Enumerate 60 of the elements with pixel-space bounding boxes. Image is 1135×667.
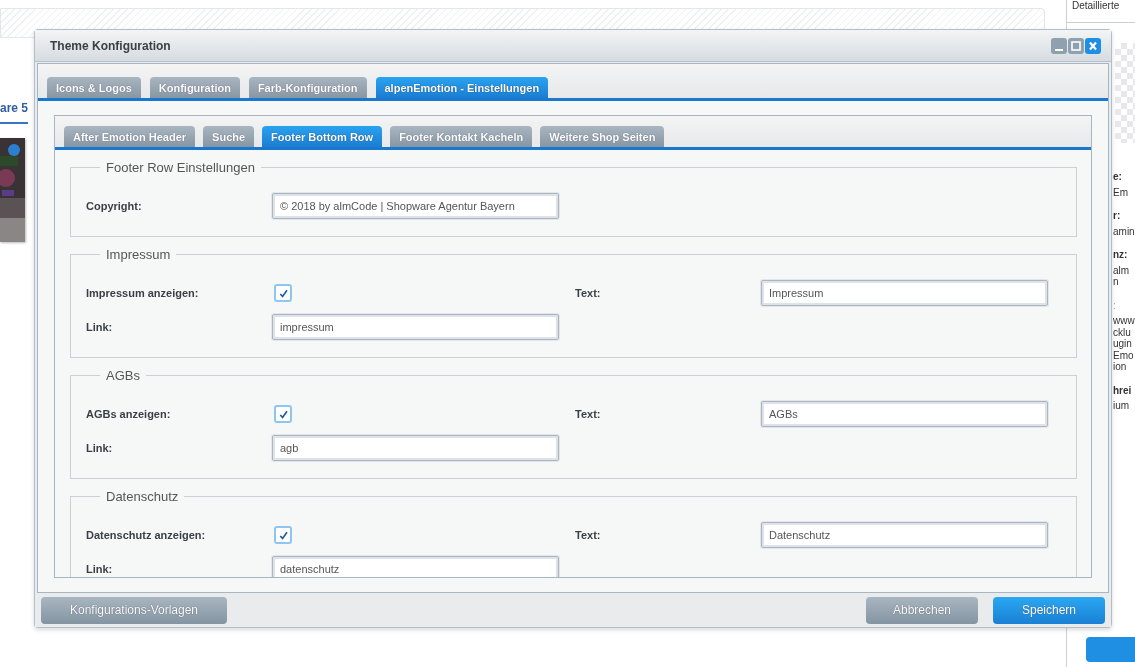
tab[interactable]: alpenEmotion - Einstellungen [375, 77, 549, 98]
panel-text: ium [1113, 400, 1131, 412]
side-tab[interactable]: are 5 [0, 98, 28, 124]
maximize-icon[interactable] [1068, 37, 1084, 54]
close-icon[interactable] [1085, 37, 1101, 54]
panel-text: nz: [1113, 249, 1129, 261]
panel-text: e: [1113, 171, 1123, 183]
checkbox[interactable] [274, 405, 292, 423]
panel-text: amin [1113, 225, 1135, 237]
input-field[interactable]: datenschutz [272, 556, 559, 577]
check-icon [277, 408, 289, 420]
panel-text: r: [1113, 210, 1122, 222]
tab[interactable]: After Emotion Header [64, 126, 196, 147]
section-legend: Impressum [100, 247, 177, 262]
tab[interactable]: Farb-Konfiguration [248, 77, 367, 98]
panel-text: Em [1113, 186, 1129, 198]
panel-text: Emo [1113, 349, 1135, 361]
input-field[interactable]: impressum [272, 314, 559, 340]
field-label: Impressum anzeigen: [86, 287, 200, 299]
field-label: Text: [575, 408, 602, 420]
field-label: Text: [575, 529, 602, 541]
templates-button[interactable]: Konfigurations-Vorlagen [41, 596, 227, 624]
panel-text: www [1113, 315, 1135, 327]
input-field[interactable]: AGBs [761, 401, 1048, 427]
section-legend: Datenschutz [100, 489, 185, 504]
field-label: Link: [86, 442, 114, 454]
window-title: Theme Konfiguration [50, 38, 171, 53]
field-label: AGBs anzeigen: [86, 408, 172, 420]
cancel-button[interactable]: Abbrechen [866, 596, 978, 624]
input-field[interactable]: Impressum [761, 280, 1048, 306]
input-field[interactable]: Datenschutz [761, 522, 1048, 548]
panel-text: hrei [1113, 384, 1133, 396]
save-button[interactable]: Speichern [993, 596, 1105, 624]
section-legend: Footer Row Einstellungen [100, 160, 261, 175]
section-legend: AGBs [100, 368, 146, 383]
input-field[interactable]: © 2018 by almCode | Shopware Agentur Bayern [272, 193, 559, 219]
field-label: Copyright: [86, 200, 143, 212]
tab[interactable]: Konfiguration [149, 77, 240, 98]
field-label: Link: [86, 321, 114, 333]
panel-text: ion [1113, 361, 1128, 373]
panel-text: cklu [1113, 326, 1132, 338]
tab[interactable]: Icons & Logos [47, 77, 141, 98]
check-icon [277, 529, 289, 541]
field-label: Link: [86, 563, 114, 575]
minimize-icon[interactable] [1051, 37, 1067, 54]
checkbox[interactable] [274, 526, 292, 544]
panel-text: alm [1113, 264, 1131, 276]
panel-text: : [1113, 299, 1117, 311]
tab[interactable]: Footer Kontakt Kacheln [390, 126, 533, 147]
field-label: Text: [575, 287, 602, 299]
tab[interactable]: Weitere Shop Seiten [540, 126, 665, 147]
panel-title: Detaillierte [1067, 0, 1135, 23]
field-label: Datenschutz anzeigen: [86, 529, 207, 541]
tab[interactable]: Suche [203, 126, 255, 147]
panel-text: ugin [1113, 338, 1133, 350]
check-icon [277, 287, 289, 299]
panel-text: n [1113, 276, 1120, 288]
checkbox[interactable] [274, 284, 292, 302]
tab[interactable]: Footer Bottom Row [262, 126, 383, 147]
input-field[interactable]: agb [272, 435, 559, 461]
